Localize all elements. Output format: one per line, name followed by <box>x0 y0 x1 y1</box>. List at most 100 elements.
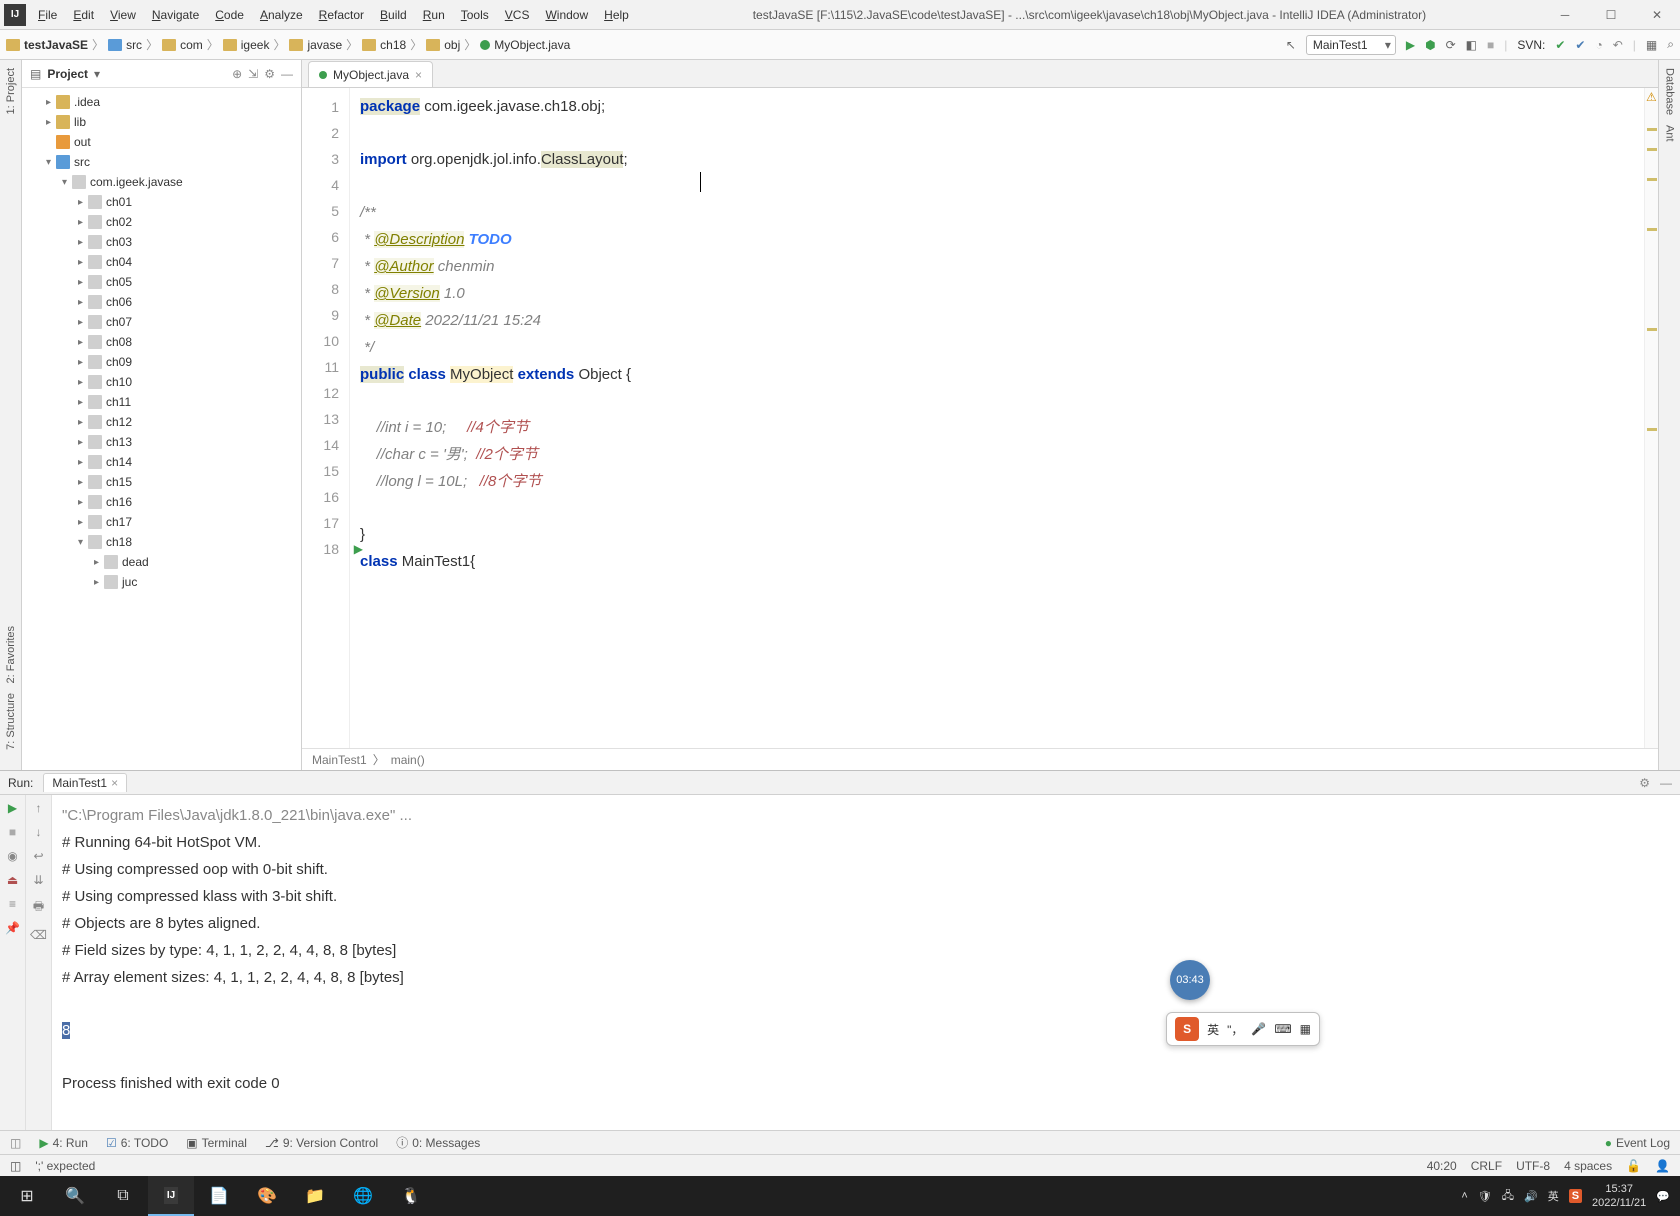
editor-gutter[interactable]: 123456789101112131415161718▶ <box>302 88 350 748</box>
revert-icon[interactable]: ↶ <box>1613 38 1623 52</box>
up-icon[interactable]: ↑ <box>36 801 42 815</box>
tree-row[interactable]: ▸.idea <box>22 92 301 112</box>
taskbar-app-edge[interactable]: 🌐 <box>340 1176 386 1216</box>
menu-analyze[interactable]: Analyze <box>252 2 311 28</box>
taskbar-app-qq[interactable]: 🐧 <box>388 1176 434 1216</box>
debug-icon[interactable]: ⬢ <box>1425 38 1435 52</box>
menu-window[interactable]: Window <box>537 2 596 28</box>
tool-database-tab[interactable]: Database <box>1664 68 1676 115</box>
tray-shield-icon[interactable]: 🛡 <box>1478 1190 1492 1203</box>
editor-breadcrumb[interactable]: MainTest1 〉 main() <box>302 748 1658 770</box>
tree-row[interactable]: out <box>22 132 301 152</box>
down-icon[interactable]: ↓ <box>36 825 42 839</box>
stop-icon[interactable]: ■ <box>1487 38 1494 52</box>
status-inspector-icon[interactable]: 👤 <box>1655 1159 1670 1173</box>
menu-file[interactable]: File <box>30 2 65 28</box>
stop-run-icon[interactable]: ■ <box>9 825 16 839</box>
back-icon[interactable]: ↖ <box>1286 38 1296 52</box>
status-encoding[interactable]: UTF-8 <box>1516 1159 1550 1173</box>
tool-structure-tab[interactable]: 7: Structure <box>5 693 17 750</box>
breadcrumb-item[interactable]: testJavaSE <box>24 38 88 52</box>
status-indent[interactable]: 4 spaces <box>1564 1159 1612 1173</box>
tool-terminal[interactable]: ▣Terminal <box>186 1136 247 1150</box>
menu-tools[interactable]: Tools <box>453 2 497 28</box>
pin-icon[interactable]: 📌 <box>5 921 20 935</box>
tree-row[interactable]: ▾ch18 <box>22 532 301 552</box>
tray-clock[interactable]: 15:37 2022/11/21 <box>1592 1182 1646 1210</box>
run-config-combo[interactable]: MainTest1▾ <box>1306 35 1396 55</box>
tree-row[interactable]: ▸ch13 <box>22 432 301 452</box>
ime-punct-icon[interactable]: "， <box>1227 1021 1243 1038</box>
tree-row[interactable]: ▸ch05 <box>22 272 301 292</box>
editor-tab[interactable]: MyObject.java × <box>308 61 433 87</box>
locate-icon[interactable]: ⊕ <box>232 67 242 81</box>
tree-row[interactable]: ▸ch11 <box>22 392 301 412</box>
tray-network-icon[interactable]: 🖧 <box>1502 1187 1514 1206</box>
ime-lang[interactable]: 英 <box>1207 1021 1219 1038</box>
wrap-icon[interactable]: ↩ <box>33 849 43 863</box>
close-run-tab-icon[interactable]: × <box>111 776 118 790</box>
breadcrumb-item[interactable]: igeek <box>241 38 270 52</box>
tool-window-icon[interactable]: ◫ <box>10 1136 21 1150</box>
clear-icon[interactable]: ⌫ <box>30 928 47 942</box>
tool-run[interactable]: ▶4: Run <box>39 1136 88 1150</box>
rerun-icon[interactable]: ▶ <box>8 801 17 815</box>
tool-todo[interactable]: ☑6: TODO <box>106 1136 168 1150</box>
ime-menu-icon[interactable]: ▦ <box>1300 1022 1311 1036</box>
breadcrumb-item[interactable]: MyObject.java <box>494 38 570 52</box>
tool-favorites-tab[interactable]: 2: Favorites <box>5 626 17 683</box>
update-icon[interactable]: ✔ <box>1575 38 1585 52</box>
tree-row[interactable]: ▸dead <box>22 552 301 572</box>
menu-build[interactable]: Build <box>372 2 415 28</box>
tool-project-tab[interactable]: 1: Project <box>5 68 17 114</box>
history-icon[interactable]: ◔ <box>1595 38 1602 52</box>
breadcrumb-item[interactable]: src <box>126 38 142 52</box>
search-button[interactable]: 🔍 <box>52 1176 98 1216</box>
run-hide-icon[interactable]: — <box>1660 776 1672 790</box>
taskbar-app-intellij[interactable]: IJ <box>148 1176 194 1216</box>
exit-icon[interactable]: ⏏ <box>7 873 18 887</box>
run-tab[interactable]: MainTest1 × <box>43 773 127 792</box>
tree-row[interactable]: ▸lib <box>22 112 301 132</box>
commit-icon[interactable]: ✔ <box>1555 38 1565 52</box>
tree-row[interactable]: ▸ch07 <box>22 312 301 332</box>
maximize-button[interactable]: ☐ <box>1588 0 1634 30</box>
code-editor[interactable]: package com.igeek.javase.ch18.obj; impor… <box>350 88 1644 748</box>
breadcrumb-item[interactable]: main() <box>391 753 425 767</box>
tray-volume-icon[interactable]: 🔊 <box>1524 1190 1538 1203</box>
minimize-button[interactable]: ─ <box>1542 0 1588 30</box>
tree-row[interactable]: ▸ch01 <box>22 192 301 212</box>
menu-help[interactable]: Help <box>596 2 637 28</box>
collapse-icon[interactable]: ⇲ <box>248 67 258 81</box>
profile-icon[interactable]: ◧ <box>1466 38 1477 52</box>
menu-navigate[interactable]: Navigate <box>144 2 207 28</box>
status-caret-pos[interactable]: 40:20 <box>1427 1159 1457 1173</box>
tool-ant-tab[interactable]: Ant <box>1664 125 1676 142</box>
task-view-button[interactable]: ⧉ <box>100 1176 146 1216</box>
breadcrumb-item[interactable]: ch18 <box>380 38 406 52</box>
tree-row[interactable]: ▸ch14 <box>22 452 301 472</box>
hide-icon[interactable]: — <box>281 67 293 81</box>
tree-row[interactable]: ▸juc <box>22 572 301 592</box>
breadcrumb-item[interactable]: obj <box>444 38 460 52</box>
tree-row[interactable]: ▸ch08 <box>22 332 301 352</box>
breadcrumb[interactable]: testJavaSE 〉 src 〉 com 〉 igeek 〉 javase … <box>6 36 570 53</box>
taskbar-app-explorer[interactable]: 📁 <box>292 1176 338 1216</box>
breadcrumb-item[interactable]: MainTest1 <box>312 753 367 767</box>
coverage-icon[interactable]: ⟳ <box>1446 38 1456 52</box>
tray-lang[interactable]: 英 <box>1548 1188 1559 1204</box>
scroll-icon[interactable]: ⇊ <box>33 873 43 887</box>
menu-vcs[interactable]: VCS <box>497 2 538 28</box>
tree-row[interactable]: ▸ch17 <box>22 512 301 532</box>
tray-ime-icon[interactable]: S <box>1569 1189 1582 1203</box>
run-console[interactable]: "C:\Program Files\Java\jdk1.8.0_221\bin\… <box>52 795 1680 1130</box>
tree-row[interactable]: ▸ch12 <box>22 412 301 432</box>
system-tray[interactable]: ˄ 🛡 🖧 🔊 英 S 15:37 2022/11/21 💬 <box>1461 1182 1676 1210</box>
run-icon[interactable]: ▶ <box>1406 38 1415 52</box>
menu-run[interactable]: Run <box>415 2 453 28</box>
tree-row[interactable]: ▸ch10 <box>22 372 301 392</box>
tree-row[interactable]: ▸ch04 <box>22 252 301 272</box>
layout-icon[interactable]: ≡ <box>9 897 16 911</box>
dump-icon[interactable]: ◉ <box>7 849 17 863</box>
tree-row[interactable]: ▸ch06 <box>22 292 301 312</box>
